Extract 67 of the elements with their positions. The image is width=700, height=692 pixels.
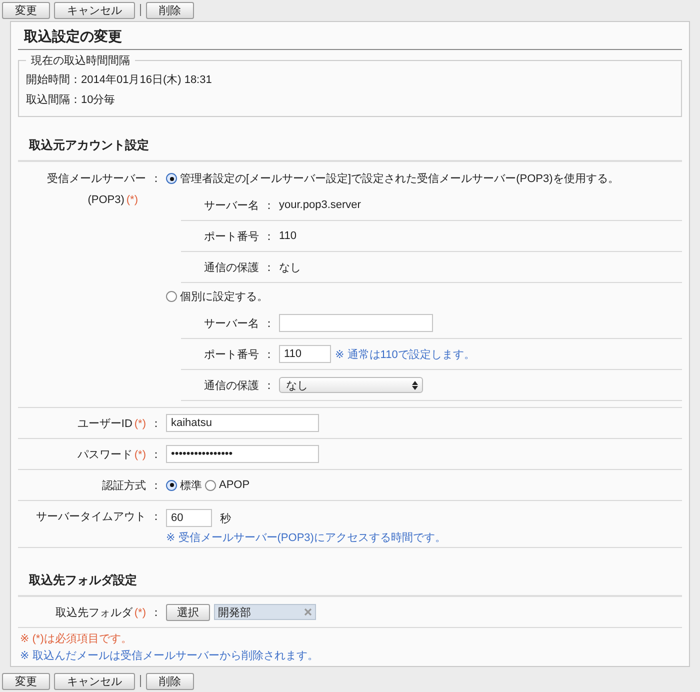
radio-button[interactable] xyxy=(205,480,216,490)
interval-text: 開始時間：2014年01月16日(木) 18:31 xyxy=(26,73,213,88)
colon: ： xyxy=(150,606,162,620)
field-label: (POP3) xyxy=(88,194,124,206)
hint-text: ※ 受信メールサーバー(POP3)にアクセスする時間です。 xyxy=(166,530,446,545)
toolbar-button[interactable]: 変更 xyxy=(2,2,50,18)
option-label: APOP xyxy=(219,479,250,491)
colon: ： xyxy=(150,416,162,430)
colon: ： xyxy=(262,198,276,212)
colon: ： xyxy=(150,510,162,524)
folder-chip: 開発部 xyxy=(214,604,316,620)
option-label: 標準 xyxy=(180,478,202,492)
colon: ： xyxy=(262,378,276,392)
field-label: 通信の保護 xyxy=(203,260,259,274)
required-mark: (*) xyxy=(134,606,146,618)
section-heading: 取込先フォルダ設定 xyxy=(18,572,682,597)
required-mark: (*) xyxy=(126,194,138,206)
radio-button[interactable] xyxy=(166,291,177,302)
option-label: 管理者設定の[メールサーバー設定]で設定された受信メールサーバー(POP3)を使用する。 xyxy=(180,172,619,186)
field-label: パスワード xyxy=(77,448,132,462)
toolbar-button[interactable]: 削除 xyxy=(146,2,194,18)
close-icon[interactable] xyxy=(304,608,312,616)
colon: ： xyxy=(262,230,276,244)
input-field[interactable]: 60 xyxy=(166,509,212,527)
field-label: 認証方式 xyxy=(102,478,146,492)
group-title: 現在の取込時間間隔 xyxy=(30,54,131,68)
field-value: your.pop3.server xyxy=(279,199,361,211)
field-label: 取込先フォルダ xyxy=(55,606,132,620)
input-field[interactable]: •••••••••••••••• xyxy=(166,445,319,463)
colon: ： xyxy=(150,478,162,492)
input-field[interactable] xyxy=(279,314,433,332)
colon: ： xyxy=(262,260,276,274)
input-field[interactable]: kaihatsu xyxy=(166,414,319,432)
toolbar-button[interactable]: 削除 xyxy=(146,672,194,690)
required-mark: (*) xyxy=(134,418,146,430)
colon: ： xyxy=(262,348,276,362)
colon: ： xyxy=(150,172,162,186)
radio-button[interactable] xyxy=(166,173,177,184)
hint-text: ※ 通常は110で設定します。 xyxy=(335,348,475,362)
updown-icon xyxy=(412,380,418,390)
colon: ： xyxy=(262,316,276,330)
required-mark: (*) xyxy=(134,448,146,460)
select-field[interactable]: なし xyxy=(279,377,423,393)
field-label: サーバー名 xyxy=(203,198,259,212)
interval-text: 取込間隔：10分毎 xyxy=(26,93,116,108)
toolbar-button[interactable]: 変更 xyxy=(2,672,50,690)
option-label: 個別に設定する。 xyxy=(180,290,268,304)
unit-label: 秒 xyxy=(220,512,231,526)
page-title: 取込設定の変更 xyxy=(18,28,682,50)
field-value: なし xyxy=(279,260,301,274)
field-label: 通信の保護 xyxy=(203,378,259,392)
input-field[interactable]: 110 xyxy=(279,345,331,363)
toolbar-button[interactable]: キャンセル xyxy=(54,672,135,690)
field-value: 110 xyxy=(279,230,297,242)
section-heading: 取込元アカウント設定 xyxy=(18,137,682,162)
field-label: ポート番号 xyxy=(203,348,259,362)
note-text: ※ (*)は必須項目です。 xyxy=(20,632,133,647)
field-label: サーバー名 xyxy=(203,316,259,330)
radio-button[interactable] xyxy=(166,480,177,490)
field-label: 受信メールサーバー xyxy=(47,172,146,186)
field-label: ユーザーID xyxy=(77,416,132,430)
toolbar-button[interactable]: キャンセル xyxy=(54,2,135,18)
colon: ： xyxy=(150,448,162,462)
field-label: サーバータイムアウト xyxy=(36,510,146,524)
select-button[interactable]: 選択 xyxy=(166,604,210,620)
field-label: ポート番号 xyxy=(203,230,259,244)
note-text: ※ 取込んだメールは受信メールサーバーから削除されます。 xyxy=(20,648,320,664)
